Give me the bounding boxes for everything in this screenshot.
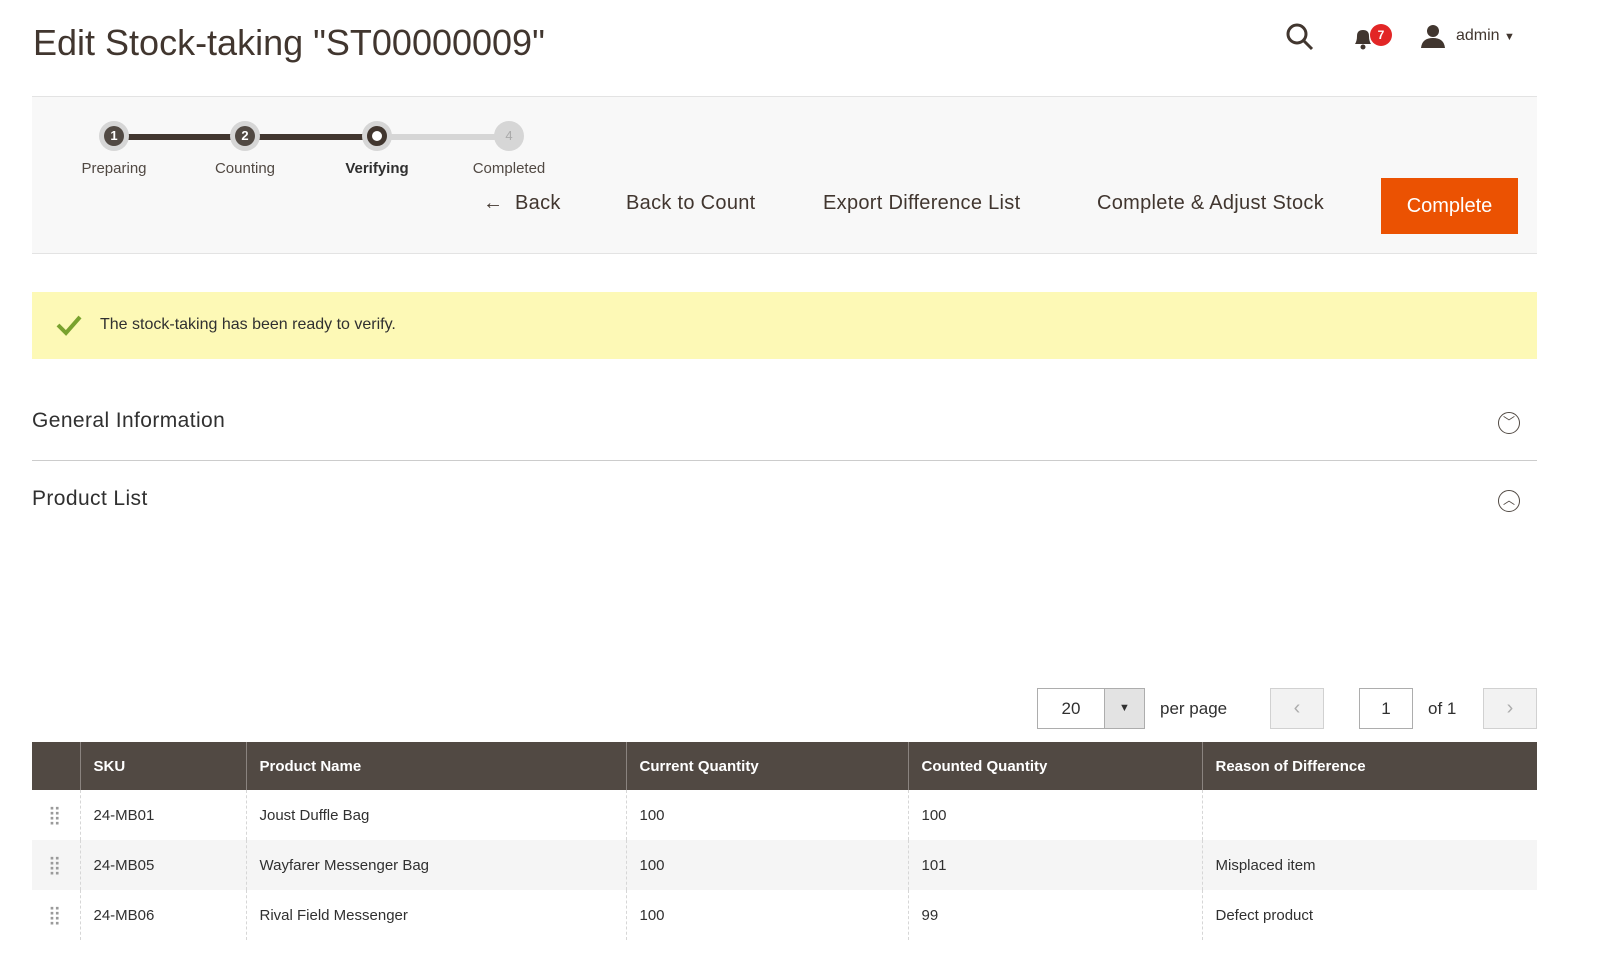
chevron-down-icon: ▼ bbox=[1504, 31, 1515, 43]
drag-handle-icon[interactable]: ⣿ bbox=[32, 790, 80, 840]
page-input[interactable]: 1 bbox=[1359, 688, 1413, 729]
product-list-title[interactable]: Product List bbox=[32, 487, 148, 511]
current-quantity: 100 bbox=[625, 790, 908, 840]
export-difference-button[interactable]: Export Difference List bbox=[823, 192, 1020, 215]
sku: 24-MB06 bbox=[79, 890, 246, 940]
notification-count[interactable]: 7 bbox=[1370, 24, 1392, 46]
user-menu[interactable]: admin ▼ bbox=[1456, 27, 1515, 45]
product-name: Joust Duffle Bag bbox=[245, 790, 626, 840]
sku: 24-MB01 bbox=[79, 790, 246, 840]
step-1: 1 bbox=[99, 121, 129, 151]
page-count: of 1 bbox=[1428, 699, 1457, 718]
product-name: Wayfarer Messenger Bag bbox=[245, 840, 626, 890]
prev-page-button[interactable]: ‹ bbox=[1270, 688, 1324, 729]
per-page-select[interactable]: 20 bbox=[1037, 688, 1105, 729]
user-name: admin bbox=[1456, 27, 1500, 44]
drag-handle-icon[interactable]: ⣿ bbox=[32, 840, 80, 890]
step-label: Verifying bbox=[345, 160, 409, 177]
sku: 24-MB05 bbox=[79, 840, 246, 890]
success-message: The stock-taking has been ready to verif… bbox=[32, 292, 1537, 359]
column-header-product-name[interactable]: Product Name bbox=[245, 742, 626, 790]
progress-line-pending bbox=[378, 134, 508, 140]
complete-adjust-button[interactable]: Complete & Adjust Stock bbox=[1097, 192, 1324, 215]
column-header-reason[interactable]: Reason of Difference bbox=[1201, 742, 1537, 790]
step-3-current bbox=[362, 121, 392, 151]
column-header-counted-quantity[interactable]: Counted Quantity bbox=[907, 742, 1202, 790]
step-4: 4 bbox=[494, 121, 524, 151]
collapse-icon[interactable]: ︿ bbox=[1498, 490, 1520, 512]
chevron-down-icon[interactable]: ▼ bbox=[1104, 688, 1145, 729]
step-label: Counting bbox=[214, 160, 276, 177]
drag-handle-icon[interactable]: ⣿ bbox=[32, 890, 80, 940]
step-label: Completed bbox=[472, 160, 546, 177]
counted-quantity: 100 bbox=[907, 790, 1202, 840]
reason bbox=[1201, 790, 1537, 840]
column-header-drag bbox=[32, 742, 80, 790]
expand-icon[interactable]: ﹀ bbox=[1498, 412, 1520, 434]
general-information-title[interactable]: General Information bbox=[32, 409, 225, 433]
product-name: Rival Field Messenger bbox=[245, 890, 626, 940]
current-quantity: 100 bbox=[625, 890, 908, 940]
counted-quantity: 99 bbox=[907, 890, 1202, 940]
user-icon[interactable] bbox=[1420, 23, 1446, 49]
divider bbox=[32, 460, 1537, 461]
reason: Misplaced item bbox=[1201, 840, 1537, 890]
step-label: Preparing bbox=[81, 160, 147, 177]
per-page-label: per page bbox=[1160, 699, 1228, 718]
message-text: The stock-taking has been ready to verif… bbox=[100, 316, 396, 333]
complete-button[interactable]: Complete bbox=[1381, 178, 1518, 234]
product-table: SKU Product Name Current Quantity Counte… bbox=[32, 742, 1537, 940]
table-row: ⣿ 24-MB05 Wayfarer Messenger Bag 100 101 Misp… bbox=[32, 840, 1537, 890]
counted-quantity: 101 bbox=[907, 840, 1202, 890]
column-header-sku[interactable]: SKU bbox=[79, 742, 246, 790]
current-quantity: 100 bbox=[625, 840, 908, 890]
check-icon bbox=[56, 315, 82, 336]
reason: Defect product bbox=[1201, 890, 1537, 940]
back-button[interactable]: ← Back bbox=[483, 192, 561, 215]
step-2: 2 bbox=[230, 121, 260, 151]
back-to-count-button[interactable]: Back to Count bbox=[626, 192, 756, 215]
page-title: Edit Stock-taking "ST00000009" bbox=[33, 22, 545, 63]
next-page-button[interactable]: › bbox=[1483, 688, 1537, 729]
table-row: ⣿ 24-MB06 Rival Field Messenger 100 99 Defect… bbox=[32, 890, 1537, 940]
table-row: ⣿ 24-MB01 Joust Duffle Bag 100 100 bbox=[32, 790, 1537, 840]
arrow-left-icon: ← bbox=[483, 192, 504, 214]
column-header-current-quantity[interactable]: Current Quantity bbox=[625, 742, 908, 790]
search-icon[interactable] bbox=[1285, 22, 1315, 52]
